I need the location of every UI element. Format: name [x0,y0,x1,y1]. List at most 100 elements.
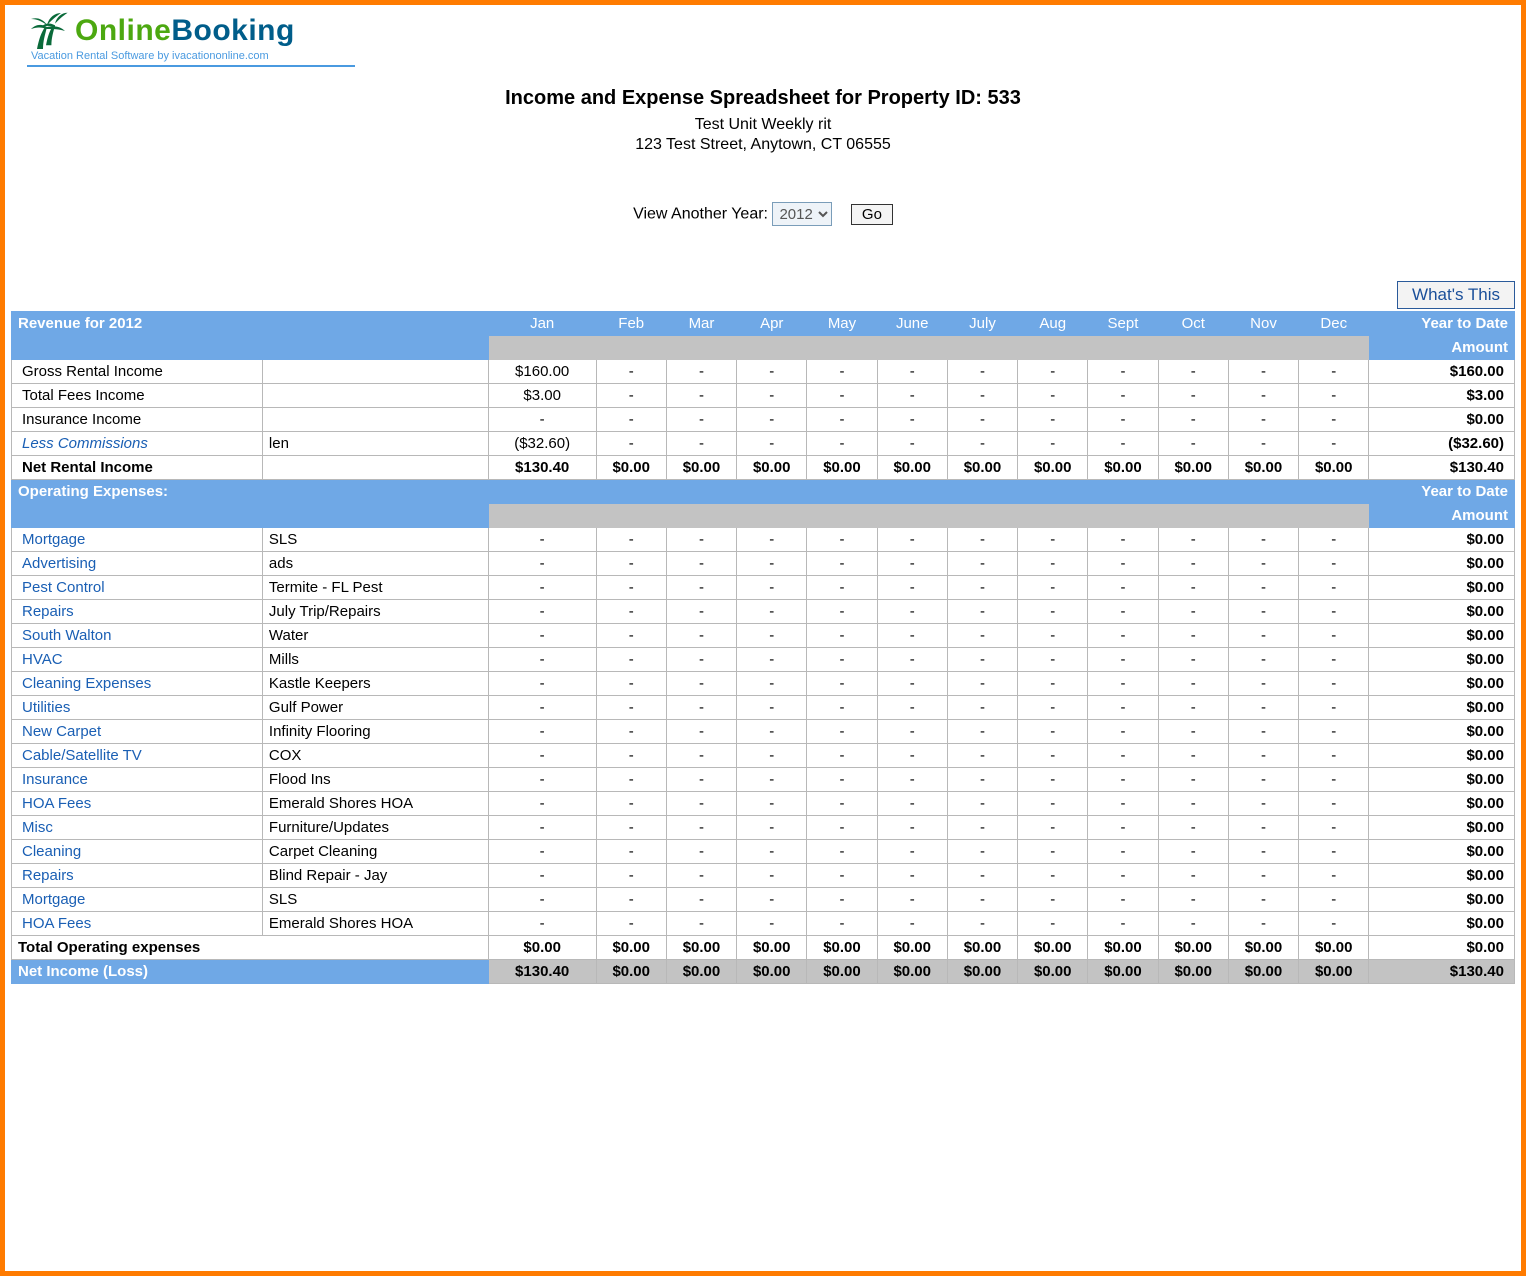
cell-value: - [737,384,807,408]
cell-value: - [1228,816,1298,840]
ytd-value: $0.00 [1369,864,1515,888]
cell-value: - [666,744,736,768]
cell-value: - [1299,408,1369,432]
expense-category[interactable]: Mortgage [12,888,263,912]
cell-value: $0.00 [1088,456,1158,480]
expense-category[interactable]: HOA Fees [12,912,263,936]
cell-value: - [1018,576,1088,600]
row-vendor: Water [262,624,488,648]
expense-category[interactable]: Repairs [12,600,263,624]
cell-value: - [1088,816,1158,840]
ytd-value: $0.00 [1369,624,1515,648]
cell-value: - [666,912,736,936]
cell-value: - [807,912,877,936]
expense-category[interactable]: Utilities [12,696,263,720]
expense-category[interactable]: Mortgage [12,528,263,552]
cell-value: - [1088,648,1158,672]
cell-value: - [1299,672,1369,696]
month-header: Oct [1158,312,1228,336]
cell-value: - [1088,360,1158,384]
cell-value: - [666,648,736,672]
expense-category[interactable]: New Carpet [12,720,263,744]
row-label: Insurance Income [12,408,263,432]
ytd-header: Year to Date [1369,312,1515,336]
cell-value: - [737,768,807,792]
logo-text: OnlineBooking [75,14,295,48]
cell-value: - [1088,576,1158,600]
row-vendor: Flood Ins [262,768,488,792]
cell-value: - [877,864,947,888]
expense-category[interactable]: Cleaning [12,840,263,864]
cell-value: - [737,360,807,384]
cell-value: - [807,744,877,768]
cell-value: - [1018,600,1088,624]
ytd-value: $0.00 [1369,936,1515,960]
cell-value: - [596,696,666,720]
go-button[interactable]: Go [851,204,893,225]
row-vendor [262,456,488,480]
expense-category[interactable]: South Walton [12,624,263,648]
row-vendor: Kastle Keepers [262,672,488,696]
expense-category[interactable]: Insurance [12,768,263,792]
expense-category[interactable]: Pest Control [12,576,263,600]
cell-value: - [1299,648,1369,672]
cell-value: - [1299,600,1369,624]
palm-tree-icon [27,11,71,51]
cell-value: $130.40 [488,960,596,984]
whats-this-button[interactable]: What's This [1397,281,1515,309]
expense-category[interactable]: Repairs [12,864,263,888]
cell-value: - [807,648,877,672]
expense-category[interactable]: HVAC [12,648,263,672]
cell-value: - [947,840,1017,864]
cell-value: - [596,816,666,840]
cell-value: - [807,864,877,888]
revenue-section-label: Revenue for 2012 [12,312,489,336]
cell-value: $0.00 [737,936,807,960]
row-vendor: Blind Repair - Jay [262,864,488,888]
spacer [488,336,1369,360]
row-label: Less Commissions [12,432,263,456]
cell-value: - [488,408,596,432]
cell-value: - [1299,792,1369,816]
cell-value: - [666,792,736,816]
cell-value: $0.00 [666,960,736,984]
cell-value: - [1228,888,1298,912]
cell-value: - [807,888,877,912]
cell-value: - [947,360,1017,384]
expense-category[interactable]: HOA Fees [12,792,263,816]
cell-value: - [947,696,1017,720]
cell-value: $0.00 [947,936,1017,960]
row-vendor: Mills [262,648,488,672]
cell-value: - [807,792,877,816]
cell-value: - [737,744,807,768]
cell-value: - [666,360,736,384]
cell-value: - [666,720,736,744]
cell-value: - [947,768,1017,792]
cell-value: - [488,792,596,816]
cell-value: - [1158,696,1228,720]
expense-category[interactable]: Cleaning Expenses [12,672,263,696]
cell-value: - [1018,528,1088,552]
ytd-value: $0.00 [1369,912,1515,936]
month-header: Aug [1018,312,1088,336]
cell-value: - [1228,552,1298,576]
cell-value: - [1158,888,1228,912]
expense-category[interactable]: Cable/Satellite TV [12,744,263,768]
cell-value: - [877,696,947,720]
year-select[interactable]: 2012 [772,202,832,226]
cell-value: $0.00 [596,456,666,480]
expense-category[interactable]: Misc [12,816,263,840]
cell-value: $0.00 [666,456,736,480]
row-vendor [262,408,488,432]
row-vendor: COX [262,744,488,768]
cell-value: - [807,768,877,792]
cell-value: - [947,912,1017,936]
cell-value: - [877,744,947,768]
row-vendor: Gulf Power [262,696,488,720]
cell-value: $0.00 [1228,936,1298,960]
cell-value: - [1299,576,1369,600]
cell-value: - [488,720,596,744]
expense-category[interactable]: Advertising [12,552,263,576]
cell-value: $0.00 [1018,936,1088,960]
ytd-value: ($32.60) [1369,432,1515,456]
